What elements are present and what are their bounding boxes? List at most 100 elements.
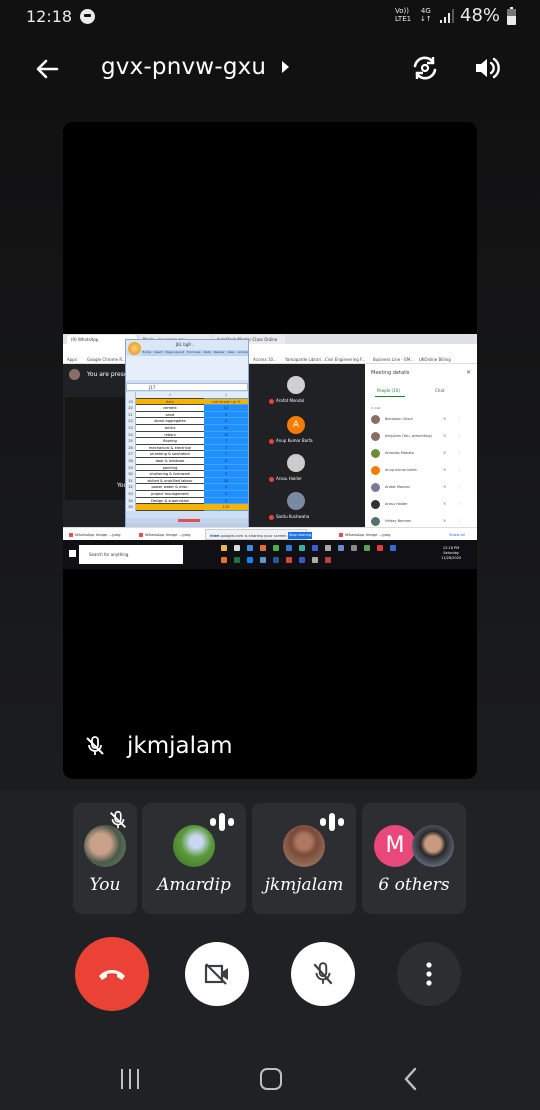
excel-row: 26 mechanical & electrical 7 (126, 444, 248, 452)
mic-off-icon (269, 438, 274, 444)
taskbar-app-icon (286, 557, 292, 563)
excel-row: 22 stone aggregates 4 (126, 418, 248, 425)
end-call-button[interactable] (75, 937, 149, 1011)
meet-grid-participant: Arasu Halder (269, 454, 329, 486)
participant-tile-you[interactable]: You (73, 803, 137, 914)
main-video-tile[interactable]: (9) WhatsApp Meet – gvx-pnvw-gxu AutoDes… (63, 122, 477, 779)
hide-button: Hide (210, 533, 219, 538)
avatar (371, 500, 380, 509)
avatar (287, 376, 305, 394)
end-call-icon (99, 970, 125, 980)
active-tab-indicator (375, 396, 405, 397)
mic-off-icon: ✕ (443, 467, 447, 472)
mic-off-icon (269, 476, 274, 482)
excel-row: 34 Design & supervision 5 (126, 497, 248, 505)
excel-row: 23 bricks 10 (126, 424, 248, 432)
avatar (371, 466, 380, 475)
avatar (173, 825, 215, 867)
home-button[interactable] (260, 1068, 282, 1090)
more-vert-icon: ⋮ (457, 467, 461, 472)
taskbar-app-icon (234, 545, 240, 551)
mic-off-icon (313, 962, 333, 985)
camera-toggle-button[interactable] (185, 942, 249, 1006)
participant-tile-jkmjalam[interactable]: jkmjalam (252, 803, 356, 914)
download-item: WhatsApp Image ...jpeg (339, 532, 391, 537)
avatar (371, 517, 380, 526)
avatar (412, 825, 454, 867)
speaking-indicator-icon (208, 813, 236, 831)
excel-ribbon (126, 356, 248, 380)
download-item: WhatsApp Image ...jpeg (139, 532, 191, 537)
more-vert-icon: ⋮ (457, 433, 461, 438)
mic-off-icon (269, 398, 274, 404)
participant-name: 6 others (378, 875, 450, 895)
more-vert-icon (426, 962, 432, 986)
back-button[interactable] (30, 52, 64, 86)
avatar (84, 825, 126, 867)
screen-share-notice: meet.google.com is sharing your screen. … (205, 529, 312, 540)
participant-name: Santu Kushwaha (276, 514, 310, 519)
bookmark: Access 10... (253, 357, 277, 362)
avatar: M (374, 825, 416, 867)
excel-row: 27 plumbing & sanitation 7 (126, 451, 248, 458)
people-list-item: Arafat Mondal ✕ ⋮ (371, 482, 471, 494)
camera-off-icon (204, 963, 228, 985)
volte-indicator: Vo)) LTE1 (395, 7, 412, 23)
recent-apps-button[interactable] (120, 1069, 142, 1091)
taskbar-app-icon (338, 545, 344, 551)
more-vert-icon: ⋮ (457, 501, 461, 506)
close-icon: ✕ (465, 369, 471, 376)
back-nav-button[interactable] (400, 1066, 422, 1092)
participant-tile-others[interactable]: M 6 others (362, 803, 466, 914)
more-options-button[interactable] (397, 942, 461, 1006)
excel-grid: I J 19 item cost break up % 20 cement 12 21… (126, 392, 248, 511)
excel-header-row: 19 item cost break up % (126, 398, 248, 406)
taskbar-app-icon (390, 545, 396, 551)
avatar (371, 449, 380, 458)
excel-window: JKL bgP... Home Insert Page Layout Formulas… (125, 339, 249, 527)
people-list-item: Bohiplam Choul ✕ ⋮ (371, 414, 471, 426)
excel-row: 25 flooring 7 (126, 438, 248, 445)
more-vert-icon: ⋮ (457, 518, 461, 523)
tab-people: People (10) (377, 388, 400, 393)
meeting-code-title[interactable]: gvx-pnvw-gxu (101, 54, 266, 80)
mic-off-icon: ✕ (443, 450, 447, 455)
excel-row: 28 door & windows 6 (126, 457, 248, 465)
excel-row: 21 sand 3 (126, 411, 248, 419)
mic-off-icon: ✕ (443, 416, 447, 421)
battery-percent: 48% (460, 5, 501, 26)
taskbar-app-icon (299, 545, 305, 551)
bookmark: Business Line - EM... (373, 357, 415, 362)
avatar (69, 369, 80, 380)
battery-icon (507, 7, 516, 25)
windows-taskbar: Search for anything 12:18 PM Saturday 11… (63, 540, 477, 569)
back-icon (404, 1067, 417, 1091)
participant-tile-amardip[interactable]: Amardip (142, 803, 246, 914)
status-bar: 12:18 Vo)) LTE1 4G ↓↑ 48% (0, 0, 540, 36)
audio-output-button[interactable] (470, 51, 504, 85)
excel-ribbon-tab: View (227, 350, 235, 354)
caret-right-icon[interactable] (282, 61, 289, 73)
speaker-icon (476, 57, 500, 79)
bookmark: UKOnline Billing (419, 357, 451, 362)
download-item: WhatsApp Image ...jpeg (69, 532, 121, 537)
microphone-toggle-button[interactable] (291, 942, 355, 1006)
excel-ribbon-tab: Insert (153, 350, 163, 354)
avatar (287, 492, 305, 510)
taskbar-app-icon (260, 557, 266, 563)
taskbar-app-icon (273, 557, 279, 563)
mic-off-icon: ✕ (443, 501, 447, 506)
excel-ribbon-tab: Page Layout (165, 350, 184, 354)
participant-name: Anup Kumar Barfa (276, 438, 313, 443)
windows-start-icon (69, 550, 76, 557)
participant-name: jkmjalam (264, 875, 344, 895)
excel-ribbon-tab: Data (203, 350, 211, 354)
switch-camera-button[interactable] (408, 51, 442, 85)
speaking-indicator-icon (318, 813, 346, 831)
bookmark: Google Chrome R... (87, 357, 126, 362)
taskbar-app-icon (325, 545, 331, 551)
avatar (371, 432, 380, 441)
taskbar-app-icon (221, 557, 227, 563)
people-list-item: Arasu Halder ✕ ⋮ (371, 499, 471, 511)
meeting-details-panel: Meeting details ✕ People (10) Chat In Ca… (365, 364, 477, 527)
